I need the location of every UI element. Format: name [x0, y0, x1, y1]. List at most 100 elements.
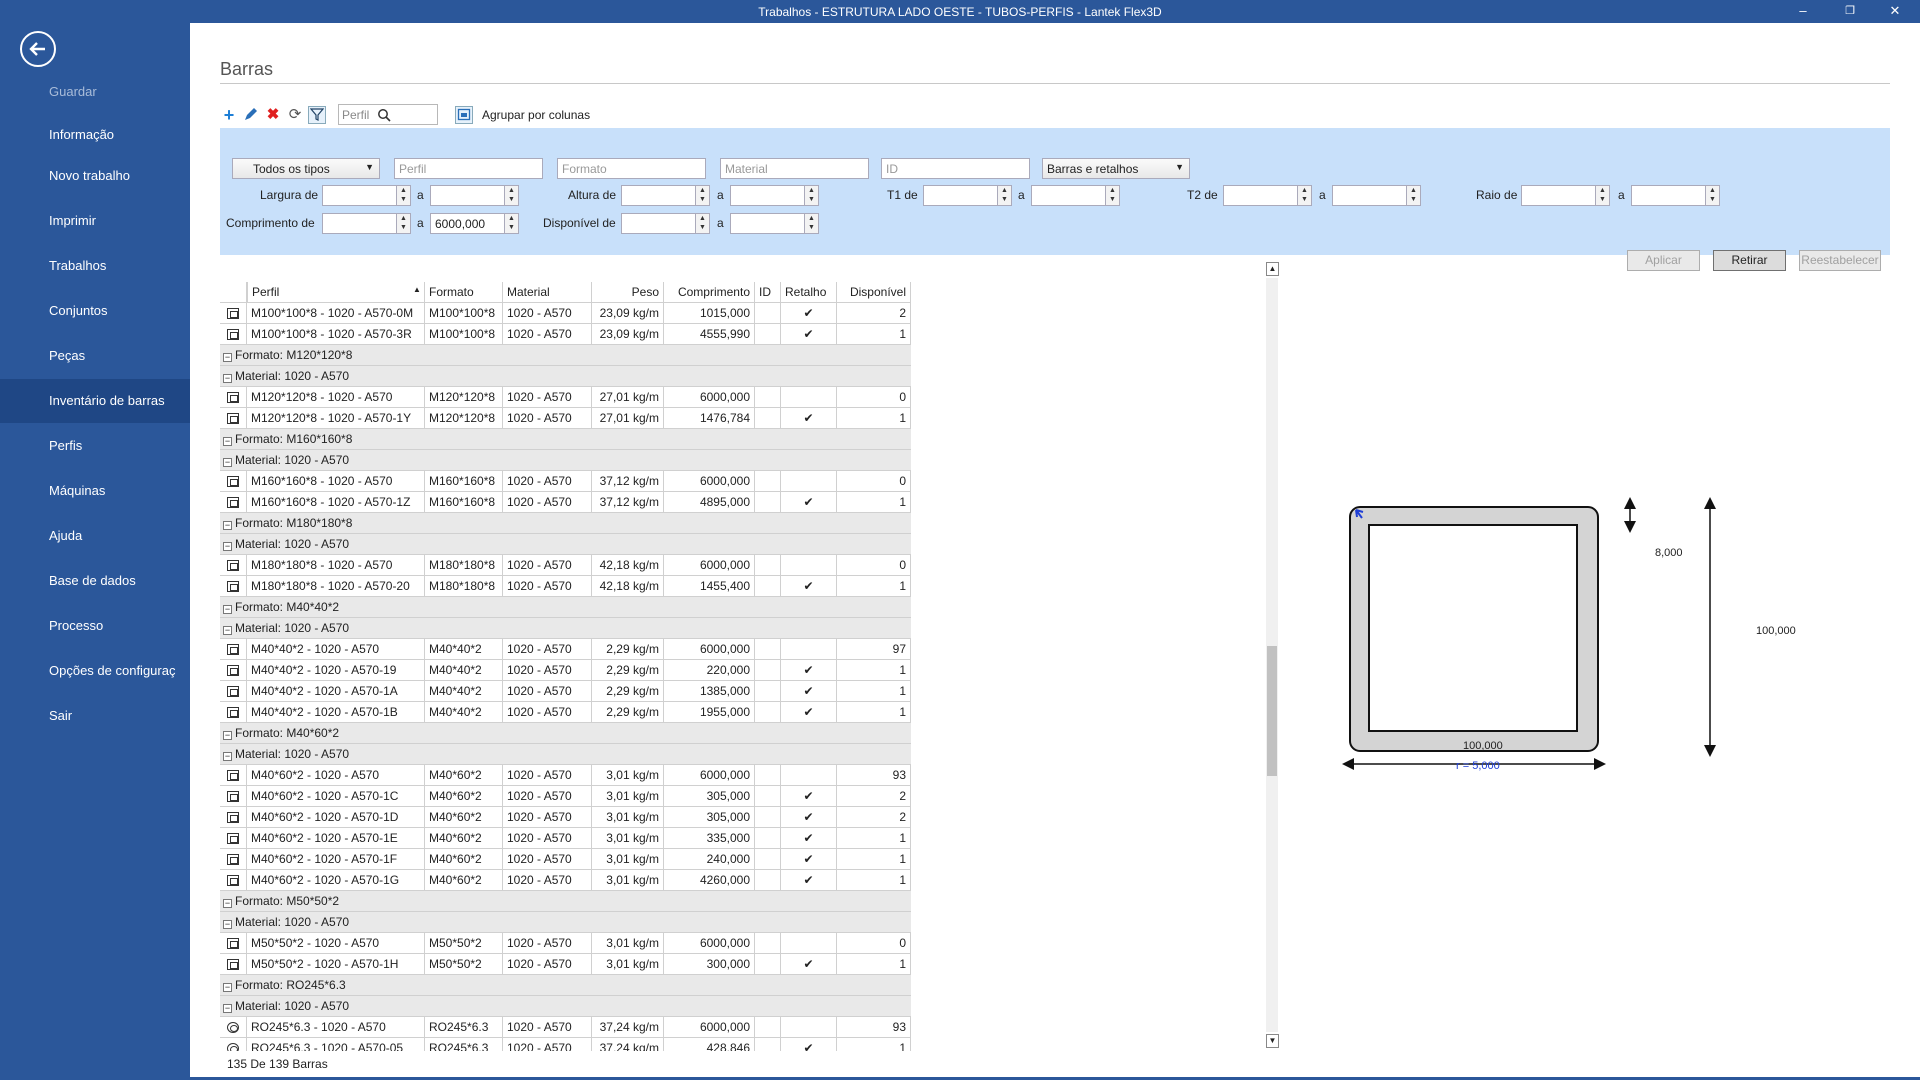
group-row[interactable]: − Formato: M50*50*2: [220, 891, 911, 912]
spin-icon[interactable]: ▲ ▼: [997, 186, 1011, 205]
sidebar-item-processo[interactable]: Processo: [0, 604, 190, 648]
sidebar-item-guardar[interactable]: Guardar: [0, 70, 190, 114]
altura-from-input[interactable]: ▲ ▼: [621, 185, 710, 206]
spin-icon[interactable]: ▲ ▼: [804, 186, 818, 205]
group-row[interactable]: − Formato: M120*120*8: [220, 345, 911, 366]
table-row[interactable]: M100*100*8 - 1020 - A570-0M M100*100*8 102…: [220, 303, 911, 324]
t2-to-input[interactable]: ▲ ▼: [1332, 185, 1421, 206]
sidebar-item-invent-rio-de-barras[interactable]: Inventário de barras: [0, 379, 190, 423]
table-row[interactable]: M180*180*8 - 1020 - A570 M180*180*8 1020 -…: [220, 555, 911, 576]
col-id-header[interactable]: ID: [755, 282, 781, 303]
sidebar-item-ajuda[interactable]: Ajuda: [0, 514, 190, 558]
group-row[interactable]: − Formato: RO245*6.3: [220, 975, 911, 996]
collapse-icon[interactable]: −: [223, 353, 232, 362]
table-row[interactable]: M40*60*2 - 1020 - A570 M40*60*2 1020 - A57…: [220, 765, 911, 786]
t1-to-input[interactable]: ▲ ▼: [1031, 185, 1120, 206]
table-row[interactable]: M40*60*2 - 1020 - A570-1E M40*60*2 1020 - …: [220, 828, 911, 849]
sidebar-item-novo-trabalho[interactable]: Novo trabalho: [0, 154, 190, 198]
col-formato-header[interactable]: Formato: [425, 282, 503, 303]
collapse-icon[interactable]: −: [223, 626, 232, 635]
sidebar-item-m-quinas[interactable]: Máquinas: [0, 469, 190, 513]
collapse-icon[interactable]: −: [223, 542, 232, 551]
table-row[interactable]: RO245*6.3 - 1020 - A570 RO245*6.3 1020 - A…: [220, 1017, 911, 1038]
collapse-icon[interactable]: −: [223, 752, 232, 761]
close-button[interactable]: ✕: [1880, 2, 1910, 20]
t1-from-input[interactable]: ▲ ▼: [923, 185, 1012, 206]
table-row[interactable]: M120*120*8 - 1020 - A570-1Y M120*120*8 102…: [220, 408, 911, 429]
sidebar-item-pe-as[interactable]: Peças: [0, 334, 190, 378]
spin-icon[interactable]: ▲ ▼: [396, 186, 410, 205]
add-icon[interactable]: +: [220, 106, 238, 124]
reset-button[interactable]: Reestabelecer: [1799, 250, 1881, 271]
table-row[interactable]: M40*60*2 - 1020 - A570-1C M40*60*2 1020 - …: [220, 786, 911, 807]
collapse-icon[interactable]: −: [223, 1004, 232, 1013]
table-row[interactable]: M50*50*2 - 1020 - A570-1H M50*50*2 1020 - …: [220, 954, 911, 975]
group-row[interactable]: − Formato: M160*160*8: [220, 429, 911, 450]
formato-filter-input[interactable]: Formato: [557, 158, 706, 179]
calendar-icon[interactable]: [455, 106, 473, 124]
collapse-icon[interactable]: −: [223, 458, 232, 467]
table-row[interactable]: M120*120*8 - 1020 - A570 M120*120*8 1020 -…: [220, 387, 911, 408]
remove-button[interactable]: Retirar: [1713, 250, 1786, 271]
sidebar-item-imprimir[interactable]: Imprimir: [0, 199, 190, 243]
collapse-icon[interactable]: −: [223, 374, 232, 383]
id-filter-input[interactable]: ID: [881, 158, 1030, 179]
edit-icon[interactable]: [242, 106, 260, 124]
group-row[interactable]: − Formato: M40*60*2: [220, 723, 911, 744]
vertical-scrollbar[interactable]: ▲ ▼: [1264, 260, 1281, 1051]
spin-icon[interactable]: ▲ ▼: [695, 214, 709, 233]
collapse-icon[interactable]: −: [223, 437, 232, 446]
largura-to-input[interactable]: ▲ ▼: [430, 185, 519, 206]
spin-icon[interactable]: ▲ ▼: [504, 214, 518, 233]
search-input[interactable]: Perfil: [338, 104, 438, 125]
refresh-icon[interactable]: ⟳: [286, 106, 304, 124]
collapse-icon[interactable]: −: [223, 521, 232, 530]
largura-from-input[interactable]: ▲ ▼: [322, 185, 411, 206]
table-row[interactable]: M40*40*2 - 1020 - A570-19 M40*40*2 1020 - …: [220, 660, 911, 681]
table-row[interactable]: M40*60*2 - 1020 - A570-1F M40*60*2 1020 - …: [220, 849, 911, 870]
table-row[interactable]: M40*40*2 - 1020 - A570 M40*40*2 1020 - A57…: [220, 639, 911, 660]
disponivel-from-input[interactable]: ▲ ▼: [621, 213, 710, 234]
minimize-button[interactable]: –: [1788, 2, 1818, 20]
spin-icon[interactable]: ▲ ▼: [804, 214, 818, 233]
group-row[interactable]: − Material: 1020 - A570: [220, 534, 911, 555]
scroll-up-icon[interactable]: ▲: [1266, 262, 1279, 276]
comprimento-from-input[interactable]: ▲ ▼: [322, 213, 411, 234]
spin-icon[interactable]: ▲ ▼: [695, 186, 709, 205]
spin-icon[interactable]: ▲ ▼: [396, 214, 410, 233]
t2-from-input[interactable]: ▲ ▼: [1223, 185, 1312, 206]
collapse-icon[interactable]: −: [223, 899, 232, 908]
delete-icon[interactable]: ✖: [264, 106, 282, 124]
sidebar-item-conjuntos[interactable]: Conjuntos: [0, 289, 190, 333]
material-filter-input[interactable]: Material: [720, 158, 869, 179]
spin-icon[interactable]: ▲ ▼: [1595, 186, 1609, 205]
group-row[interactable]: − Material: 1020 - A570: [220, 366, 911, 387]
sidebar-item-trabalhos[interactable]: Trabalhos: [0, 244, 190, 288]
group-row[interactable]: − Formato: M40*40*2: [220, 597, 911, 618]
sidebar-item-perfis[interactable]: Perfis: [0, 424, 190, 468]
collapse-icon[interactable]: −: [223, 983, 232, 992]
group-row[interactable]: − Material: 1020 - A570: [220, 618, 911, 639]
apply-button[interactable]: Aplicar: [1627, 250, 1700, 271]
table-row[interactable]: M40*60*2 - 1020 - A570-1D M40*60*2 1020 - …: [220, 807, 911, 828]
table-row[interactable]: M50*50*2 - 1020 - A570 M50*50*2 1020 - A57…: [220, 933, 911, 954]
col-perfil-header[interactable]: Perfil: [247, 282, 425, 303]
sidebar-item-op-es-de-configura-[interactable]: Opções de configuraç: [0, 649, 190, 693]
col-retalho-header[interactable]: Retalho: [781, 282, 837, 303]
spin-icon[interactable]: ▲ ▼: [1105, 186, 1119, 205]
col-comprimento-header[interactable]: Comprimento: [664, 282, 755, 303]
col-material-header[interactable]: Material: [503, 282, 592, 303]
table-row[interactable]: M40*60*2 - 1020 - A570-1G M40*60*2 1020 - …: [220, 870, 911, 891]
group-row[interactable]: − Material: 1020 - A570: [220, 996, 911, 1017]
col-disponivel-header[interactable]: Disponível: [837, 282, 911, 303]
sidebar-item-informa-o[interactable]: Informação: [0, 113, 190, 157]
table-row[interactable]: M180*180*8 - 1020 - A570-20 M180*180*8 102…: [220, 576, 911, 597]
group-row[interactable]: − Formato: M180*180*8: [220, 513, 911, 534]
bars-select[interactable]: Barras e retalhos ▼: [1042, 158, 1190, 179]
disponivel-to-input[interactable]: ▲ ▼: [730, 213, 819, 234]
collapse-icon[interactable]: −: [223, 920, 232, 929]
type-select[interactable]: Todos os tipos ▼: [232, 158, 380, 179]
col-peso-header[interactable]: Peso: [592, 282, 664, 303]
table-row[interactable]: M100*100*8 - 1020 - A570-3R M100*100*8 102…: [220, 324, 911, 345]
table-row[interactable]: M40*40*2 - 1020 - A570-1B M40*40*2 1020 - …: [220, 702, 911, 723]
